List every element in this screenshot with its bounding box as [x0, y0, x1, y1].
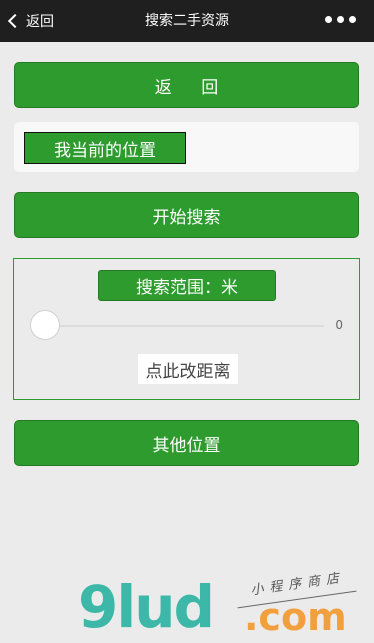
- back-button[interactable]: 返 回: [14, 62, 359, 108]
- location-card: 我当前的位置: [14, 122, 359, 172]
- nav-back-button[interactable]: 返回: [6, 0, 54, 42]
- page-title: 搜索二手资源: [145, 13, 229, 29]
- top-navbar: 返回 搜索二手资源: [0, 0, 374, 42]
- distance-slider-track[interactable]: [44, 325, 324, 327]
- watermark-domain: .com: [244, 595, 347, 639]
- nav-back-label: 返回: [26, 14, 54, 30]
- start-search-button[interactable]: 开始搜索: [14, 192, 359, 238]
- chevron-left-icon: [7, 13, 23, 29]
- current-location-button[interactable]: 我当前的位置: [24, 132, 186, 164]
- more-menu-icon[interactable]: [325, 16, 356, 23]
- search-range-panel: 搜索范围：米 0 点此改距离: [13, 258, 360, 400]
- slider-value: 0: [335, 318, 343, 332]
- distance-slider-handle[interactable]: [30, 310, 60, 340]
- change-distance-button[interactable]: 点此改距离: [138, 354, 238, 384]
- search-range-label: 搜索范围：米: [98, 270, 276, 301]
- watermark-logo: 9lud 小程序商店 .com: [72, 565, 362, 643]
- watermark-logo-text: 9lud: [78, 573, 215, 641]
- other-location-button[interactable]: 其他位置: [14, 420, 359, 466]
